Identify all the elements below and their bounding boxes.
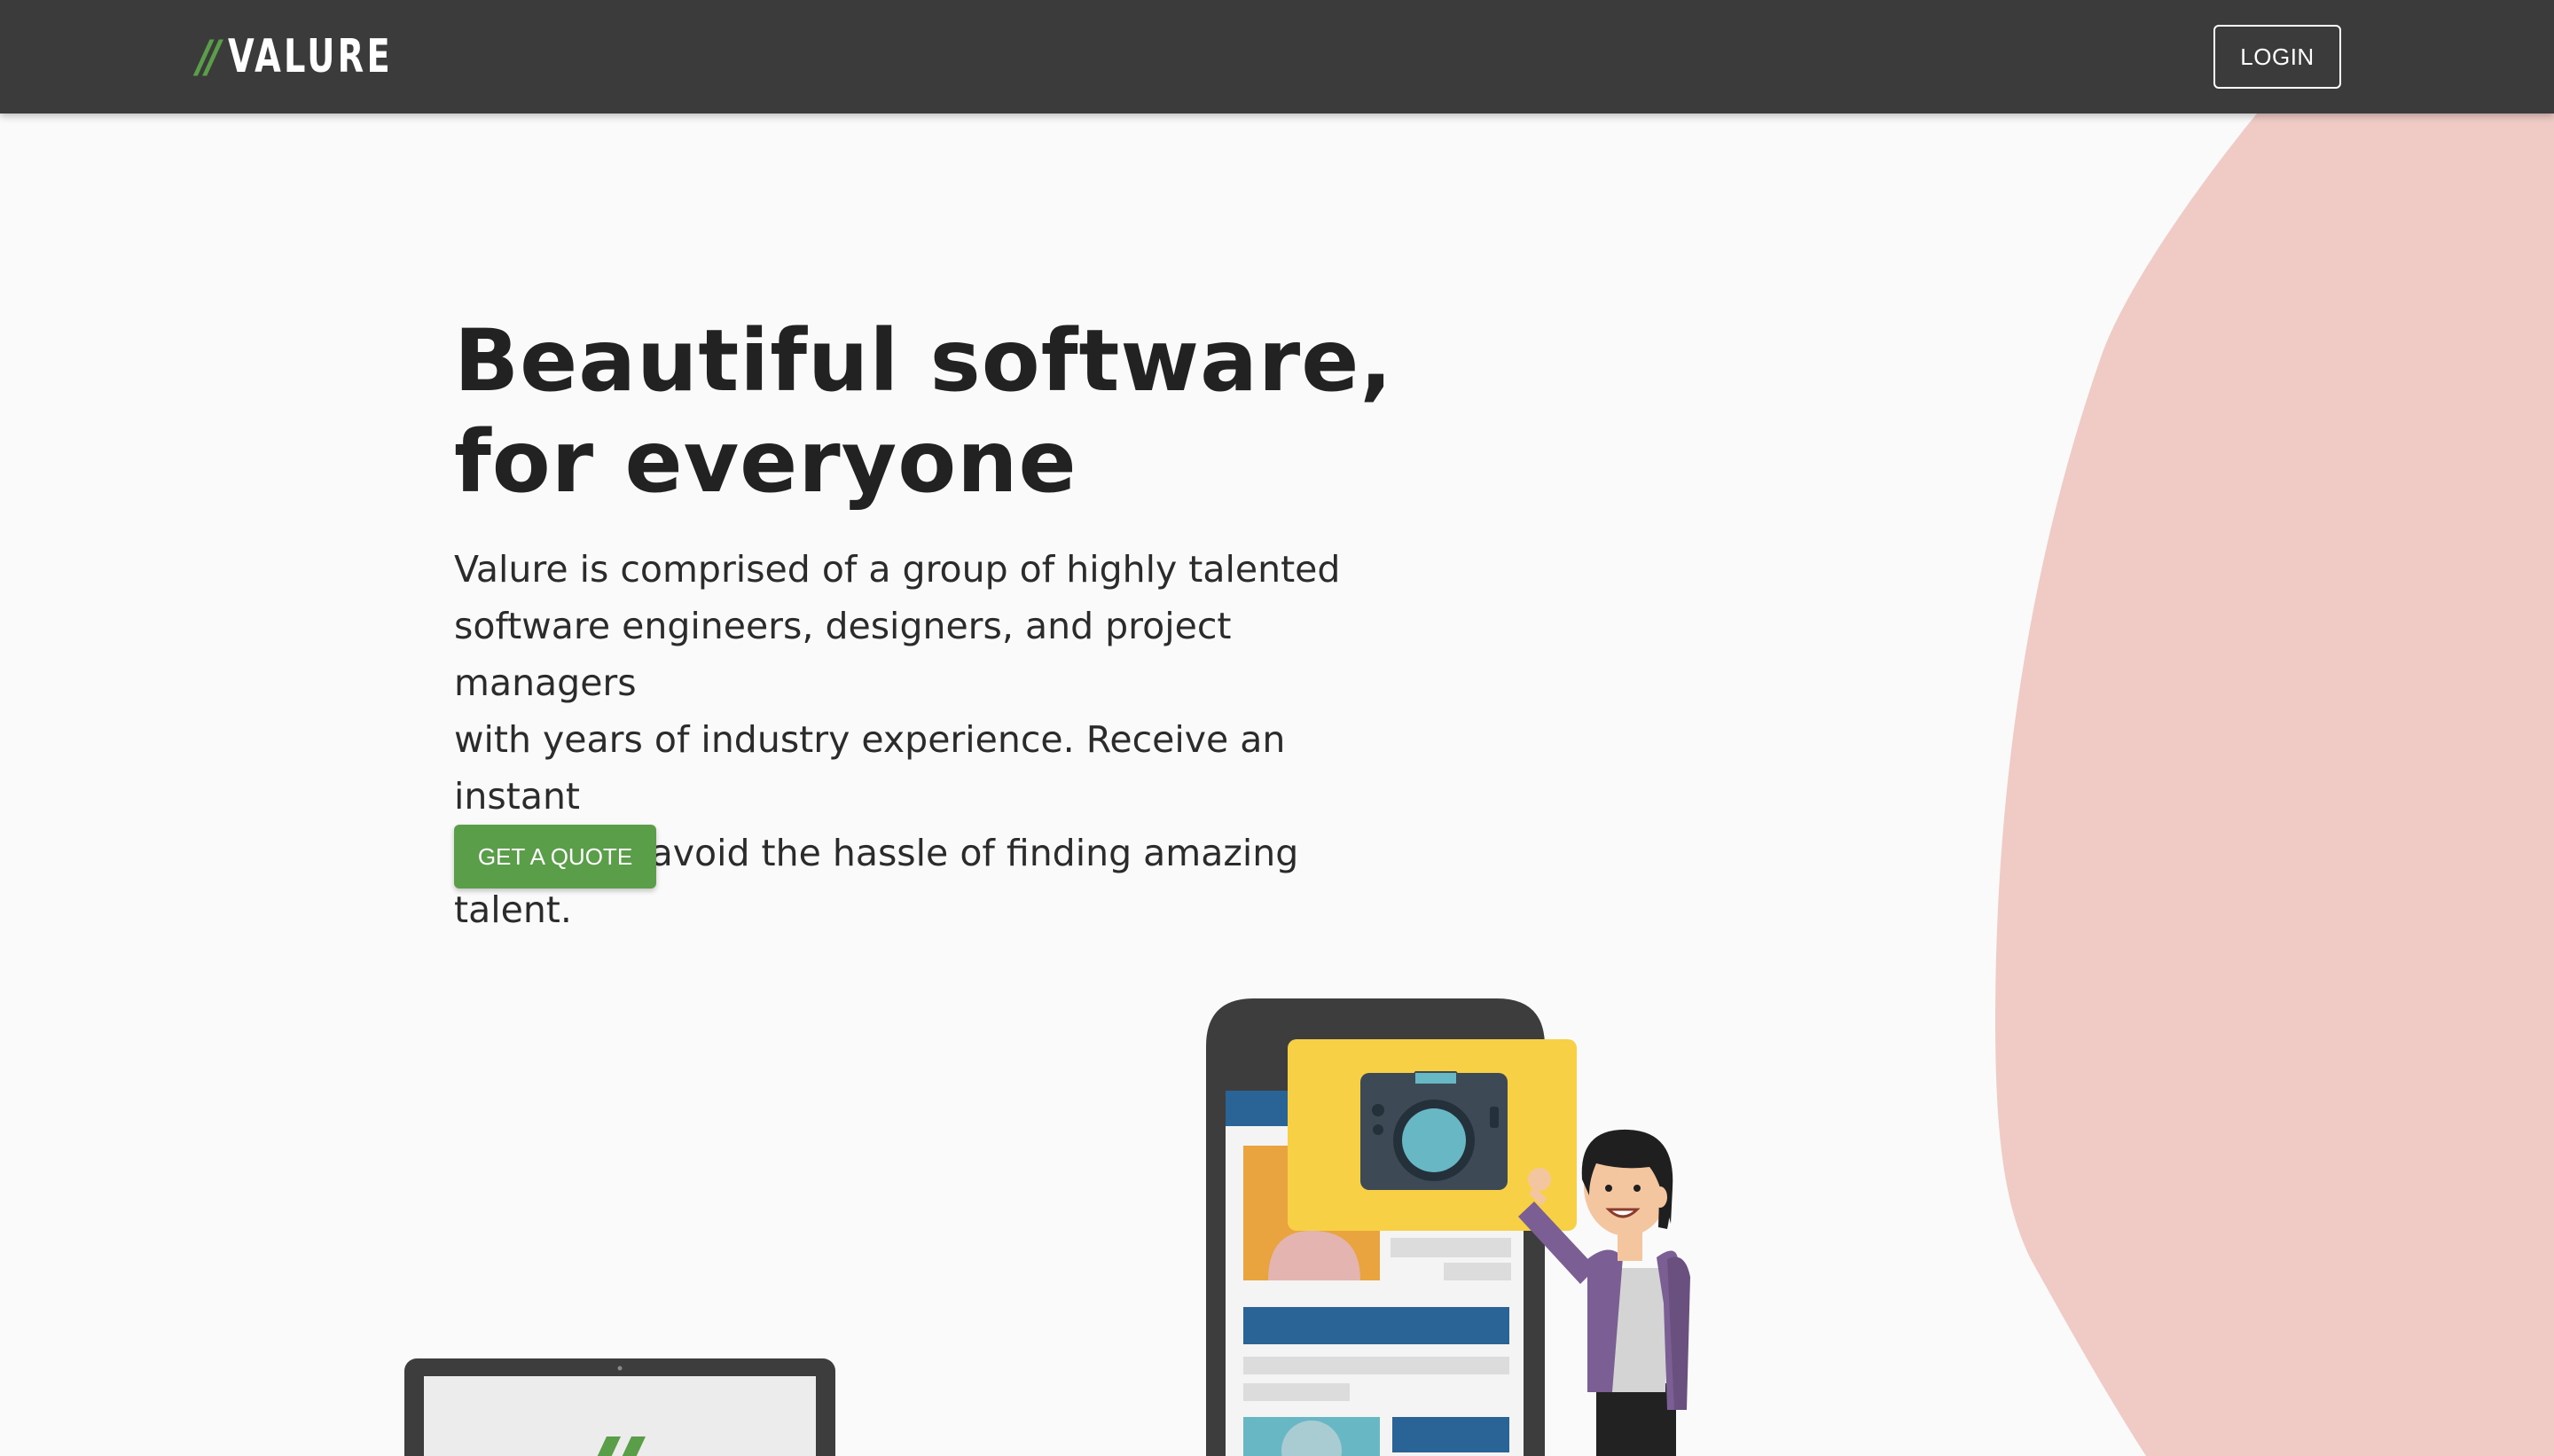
logo-mark: // [197, 31, 221, 82]
camera-icon [1360, 1071, 1508, 1190]
top-navbar: // VALURE LOGIN [0, 0, 2554, 114]
login-button[interactable]: LOGIN [2213, 25, 2341, 89]
photo-card-illustration [1288, 1039, 1577, 1231]
logo-text: VALURE [227, 30, 393, 83]
hero-illustration [404, 998, 1690, 1456]
laptop-illustration [404, 1358, 835, 1456]
brand-logo[interactable]: // VALURE [197, 27, 429, 87]
